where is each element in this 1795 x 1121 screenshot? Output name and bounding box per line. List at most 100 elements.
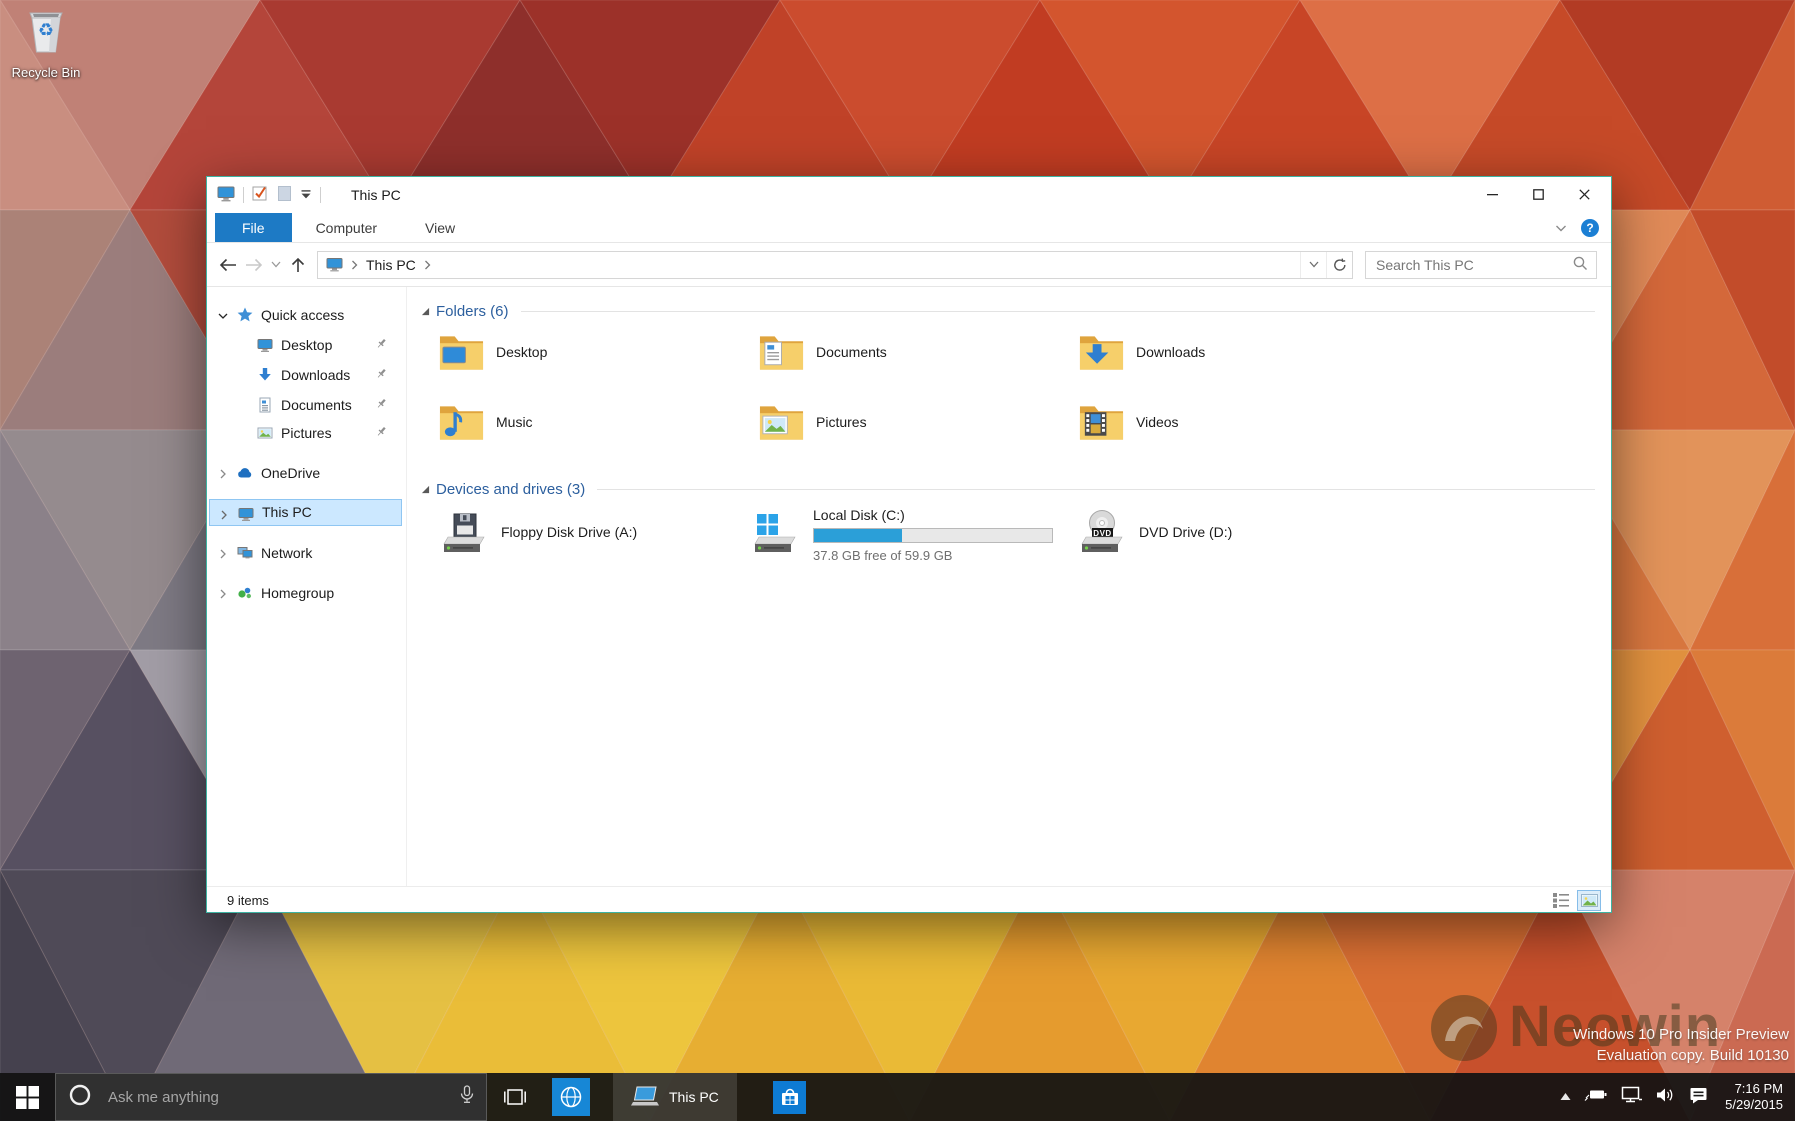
folder-music-icon	[439, 406, 484, 440]
recent-locations-dropdown[interactable]	[267, 250, 285, 280]
navigation-bar: This PC	[207, 243, 1611, 287]
folder-videos[interactable]: Videos	[1078, 403, 1179, 441]
folder-documents[interactable]: Documents	[758, 333, 887, 371]
watermark-line2: Evaluation copy. Build 10130	[1596, 1047, 1789, 1064]
drive-floppy[interactable]: Floppy Disk Drive (A:)	[438, 509, 637, 555]
picture-icon	[257, 425, 273, 444]
drive-local-disk[interactable]	[749, 509, 801, 555]
forward-button[interactable]	[241, 250, 267, 280]
desktop-icon	[257, 337, 273, 356]
local-disk-label: Local Disk (C:)	[813, 507, 905, 523]
globe-icon	[560, 1086, 582, 1108]
show-hidden-icons-button[interactable]	[1560, 1088, 1571, 1106]
taskbar-app-this-pc[interactable]: This PC	[613, 1073, 737, 1121]
action-center-icon[interactable]	[1689, 1086, 1708, 1109]
sidebar-item-downloads[interactable]: Downloads	[207, 361, 406, 389]
recycle-bin[interactable]: ♻ Recycle Bin	[4, 6, 88, 80]
quick-access-toolbar	[217, 177, 321, 213]
titlebar: This PC	[207, 177, 1611, 213]
new-folder-button[interactable]	[277, 185, 292, 205]
chevron-right-icon[interactable]	[217, 547, 229, 563]
start-button[interactable]	[0, 1073, 55, 1121]
sidebar-item-onedrive[interactable]: OneDrive	[207, 459, 406, 487]
breadcrumb-this-pc[interactable]: This PC	[360, 257, 422, 273]
close-button[interactable]	[1561, 177, 1607, 211]
edge-tile	[552, 1078, 590, 1116]
folder-pictures-icon	[759, 406, 804, 440]
dvd-icon-text: DVD	[1093, 529, 1112, 538]
breadcrumb-chevron-icon	[349, 260, 360, 270]
local-disk-info[interactable]: Local Disk (C:) 37.8 GB free of 59.9 GB	[813, 507, 1053, 563]
microphone-icon[interactable]	[458, 1085, 476, 1109]
folder-music[interactable]: Music	[438, 403, 533, 441]
collapse-triangle-icon[interactable]	[421, 485, 430, 494]
customize-toolbar-dropdown[interactable]	[300, 187, 312, 203]
sidebar-item-homegroup[interactable]: Homegroup	[207, 579, 406, 607]
taskbar-app-label: This PC	[669, 1089, 719, 1105]
group-header-devices[interactable]: Devices and drives (3)	[421, 479, 1595, 499]
edge-browser-button[interactable]	[543, 1073, 599, 1121]
expand-ribbon-icon[interactable]	[1555, 220, 1567, 236]
search-input[interactable]	[1374, 255, 1573, 274]
capacity-bar-fill	[814, 529, 903, 542]
help-icon[interactable]: ?	[1581, 219, 1599, 237]
folder-desktop[interactable]: Desktop	[438, 333, 547, 371]
sidebar-item-pictures[interactable]: Pictures	[207, 419, 406, 447]
sidebar-item-this-pc[interactable]: This PC	[209, 499, 402, 526]
drive-dvd[interactable]: DVD DVD Drive (D:)	[1076, 509, 1232, 555]
up-button[interactable]	[285, 250, 311, 280]
task-view-button[interactable]	[487, 1073, 543, 1121]
volume-icon[interactable]	[1656, 1087, 1676, 1108]
maximize-button[interactable]	[1515, 177, 1561, 211]
sidebar-item-documents[interactable]: Documents	[207, 391, 406, 419]
tab-file[interactable]: File	[215, 213, 292, 242]
folder-desktop-icon	[439, 336, 484, 370]
thumbnail-view-button[interactable]	[1577, 890, 1601, 911]
details-view-button[interactable]	[1549, 890, 1573, 911]
cortana-search-input[interactable]	[106, 1087, 458, 1107]
pin-icon[interactable]	[374, 337, 388, 354]
caption-buttons	[1469, 177, 1607, 211]
folder-pictures[interactable]: Pictures	[758, 403, 867, 441]
sidebar-item-network[interactable]: Network	[207, 539, 406, 567]
back-button[interactable]	[215, 250, 241, 280]
star-icon	[237, 307, 253, 326]
minimize-button[interactable]	[1469, 177, 1515, 211]
local-disk-detail: 37.8 GB free of 59.9 GB	[813, 548, 953, 563]
separator	[243, 187, 244, 203]
address-bar[interactable]: This PC	[317, 250, 1353, 279]
sidebar-item-desktop[interactable]: Desktop	[207, 331, 406, 359]
address-dropdown-icon[interactable]	[1300, 251, 1326, 278]
group-header-folders[interactable]: Folders (6)	[421, 301, 1595, 321]
pin-icon[interactable]	[374, 367, 388, 384]
collapse-triangle-icon[interactable]	[421, 307, 430, 316]
capacity-bar	[813, 528, 1053, 543]
tab-view[interactable]: View	[401, 213, 479, 242]
pin-icon[interactable]	[374, 425, 388, 442]
system-tray: 7:16 PM 5/29/2015	[1560, 1081, 1795, 1113]
properties-button[interactable]	[252, 185, 269, 205]
folder-downloads[interactable]: Downloads	[1078, 333, 1205, 371]
laptop-icon	[631, 1086, 659, 1106]
recycle-bin-label: Recycle Bin	[11, 65, 81, 80]
tab-computer[interactable]: Computer	[292, 213, 401, 242]
search-icon[interactable]	[1573, 256, 1588, 274]
search-box[interactable]	[1365, 250, 1597, 279]
network-icon[interactable]	[1621, 1086, 1643, 1108]
windows-watermark: Windows 10 Pro Insider Preview Evaluatio…	[1573, 1024, 1789, 1066]
recycle-bin-icon: ♻	[22, 6, 70, 58]
sidebar-item-quick-access[interactable]: Quick access	[207, 301, 406, 329]
store-button[interactable]	[763, 1073, 817, 1121]
chevron-right-icon[interactable]	[217, 467, 229, 483]
cortana-search-box[interactable]	[55, 1073, 487, 1121]
floppy-drive-icon	[438, 509, 490, 555]
chevron-down-icon[interactable]	[217, 309, 229, 325]
chevron-right-icon[interactable]	[218, 508, 230, 524]
breadcrumb-chevron-icon[interactable]	[422, 260, 433, 270]
chevron-right-icon[interactable]	[217, 587, 229, 603]
taskbar-clock[interactable]: 7:16 PM 5/29/2015	[1725, 1081, 1783, 1113]
window-system-icon[interactable]	[217, 185, 235, 205]
battery-icon[interactable]	[1584, 1086, 1608, 1108]
refresh-icon[interactable]	[1326, 251, 1352, 278]
pin-icon[interactable]	[374, 397, 388, 414]
